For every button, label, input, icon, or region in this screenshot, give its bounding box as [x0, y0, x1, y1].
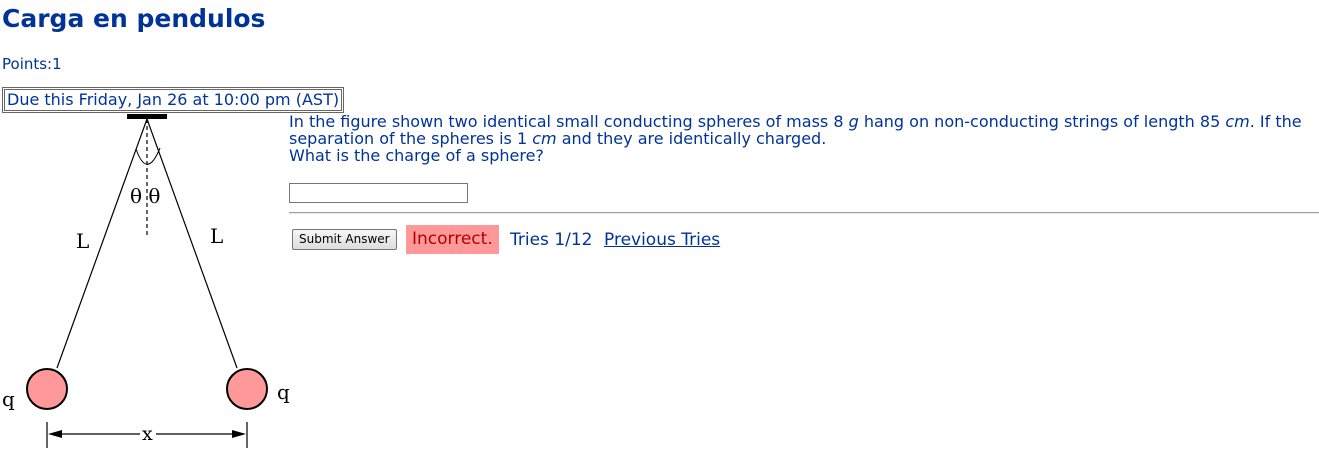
- x-arrow-right: [232, 430, 246, 438]
- support-bar: [127, 114, 167, 119]
- string-right: [146, 118, 238, 369]
- page-title: Carga en pendulos: [2, 4, 266, 33]
- length-label-right: L: [210, 224, 223, 248]
- angle-arc: [135, 147, 161, 165]
- length-unit: cm: [1225, 112, 1250, 131]
- charge-label-left: q: [2, 387, 15, 411]
- separation-label: x: [142, 423, 153, 445]
- x-arrow-left: [48, 430, 62, 438]
- charge-label-right: q: [277, 380, 290, 404]
- sphere-right: [226, 368, 268, 410]
- theta-label: θ θ: [130, 184, 160, 208]
- answer-input[interactable]: [289, 183, 468, 203]
- status-badge: Incorrect.: [406, 225, 499, 254]
- question-text: In the figure shown two identical small …: [289, 113, 1319, 164]
- sphere-left: [26, 368, 68, 410]
- question-prompt: What is the charge of a sphere?: [289, 146, 544, 165]
- divider: [289, 212, 1319, 214]
- string-left: [56, 118, 148, 369]
- question-statement: In the figure shown two identical small …: [289, 112, 1302, 148]
- points-label: Points:1: [2, 55, 62, 73]
- tries-counter: Tries 1/12: [510, 230, 593, 250]
- length-label-left: L: [76, 229, 89, 253]
- pendulum-figure: θ θ L L q q x: [2, 114, 290, 448]
- submit-answer-button[interactable]: Submit Answer: [292, 229, 397, 250]
- mass-unit: g: [848, 112, 859, 131]
- previous-tries-link[interactable]: Previous Tries: [604, 230, 720, 250]
